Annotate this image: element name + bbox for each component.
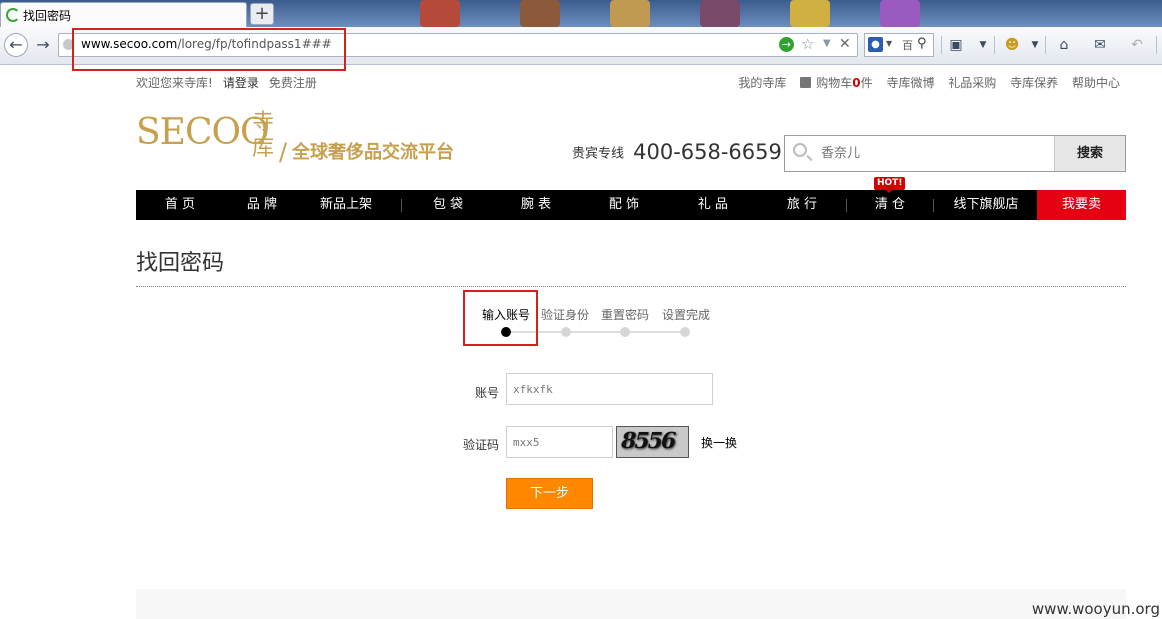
- hotline-label: 贵宾专线: [572, 146, 625, 162]
- nav-separator: [933, 199, 934, 212]
- toolbar-separator: [1156, 36, 1157, 54]
- logo-brand: SECOO: [136, 112, 270, 153]
- nav-gifts[interactable]: 礼 品: [673, 190, 753, 220]
- logo-brand-cn: 寺库: [252, 110, 275, 161]
- home-icon[interactable]: ⌂: [1054, 35, 1074, 55]
- go-icon[interactable]: →: [779, 37, 794, 52]
- back-button[interactable]: ←: [4, 33, 28, 57]
- step-reset-password: 重置密码: [601, 308, 650, 322]
- background-figure: [520, 0, 560, 27]
- background-figure: [420, 0, 460, 27]
- hotline-number: 400-658-6659: [633, 140, 782, 164]
- vip-hotline: 贵宾专线 400-658-6659: [572, 140, 782, 170]
- site-top-bar: 欢迎您来寺库! 请登录 免费注册 我的寺库 购物车0件 寺库微博 礼品采购 寺库保养…: [136, 74, 1126, 92]
- browser-tab[interactable]: 找回密码: [0, 2, 247, 27]
- arrow-left-icon: ←: [9, 35, 23, 54]
- toolbar-separator: [1045, 36, 1046, 54]
- search-icon[interactable]: ⚲: [917, 36, 927, 51]
- mail-icon[interactable]: ✉: [1090, 35, 1110, 55]
- browser-tab-strip: 找回密码 +: [0, 0, 1162, 27]
- annotation-box-url: [72, 28, 346, 71]
- chevron-down-icon[interactable]: ▼: [1025, 35, 1045, 55]
- next-step-button[interactable]: 下一步: [506, 478, 593, 509]
- screenshot-icon[interactable]: ▣: [946, 35, 966, 55]
- maintenance-link[interactable]: 寺库保养: [1010, 76, 1058, 90]
- search-engine-label: 百: [902, 39, 913, 52]
- captcha-label: 验证码: [462, 438, 499, 452]
- nav-watches[interactable]: 腕 表: [496, 190, 576, 220]
- cart-link[interactable]: 购物车0件: [800, 76, 873, 90]
- bookmark-star-icon[interactable]: ☆: [801, 35, 814, 53]
- addon-face-icon[interactable]: ☻: [1002, 35, 1022, 55]
- weibo-link[interactable]: 寺库微博: [886, 76, 934, 90]
- background-figure: [790, 0, 830, 27]
- site-logo[interactable]: SECOO 寺库 / 全球奢侈品交流平台: [136, 108, 466, 174]
- toolbar-separator: [941, 36, 942, 54]
- register-link[interactable]: 免费注册: [269, 76, 317, 90]
- title-divider: [136, 286, 1126, 287]
- arrow-right-icon: →: [36, 35, 50, 54]
- new-tab-button[interactable]: +: [250, 3, 274, 25]
- watermark: www.wooyun.org: [1031, 600, 1160, 618]
- browser-search-bar[interactable]: ● ▼ 百 ⚲: [864, 33, 934, 57]
- help-center-link[interactable]: 帮助中心: [1072, 76, 1120, 90]
- nav-brands[interactable]: 品 牌: [224, 190, 300, 220]
- gift-purchase-link[interactable]: 礼品采购: [948, 76, 996, 90]
- shopping-bag-icon: [800, 77, 812, 88]
- nav-sell[interactable]: 我要卖: [1037, 190, 1126, 220]
- captcha-image[interactable]: 8556: [616, 426, 689, 458]
- captcha-input[interactable]: [506, 426, 613, 458]
- annotation-box-step: [463, 290, 538, 346]
- login-link[interactable]: 请登录: [223, 76, 259, 90]
- captcha-image-text: 8556: [618, 428, 677, 454]
- nav-accessories[interactable]: 配 饰: [584, 190, 664, 220]
- chevron-down-icon[interactable]: ▼: [973, 35, 993, 55]
- hot-badge: HOT!: [874, 177, 906, 193]
- step-complete: 设置完成: [662, 308, 711, 322]
- step-dot: [561, 327, 571, 337]
- utility-links: 我的寺库 购物车0件 寺库微博 礼品采购 寺库保养 帮助中心: [728, 74, 1120, 91]
- chevron-down-icon[interactable]: ▼: [886, 39, 892, 48]
- refresh-captcha-link[interactable]: 换一换: [701, 434, 737, 451]
- loading-icon: [6, 8, 20, 22]
- page-title: 找回密码: [136, 251, 225, 276]
- logo-slash: /: [279, 138, 288, 166]
- site-search-button[interactable]: 搜索: [1054, 136, 1125, 171]
- account-links: 欢迎您来寺库! 请登录 免费注册: [136, 74, 327, 91]
- step-dot: [680, 327, 690, 337]
- nav-travel[interactable]: 旅 行: [762, 190, 842, 220]
- stop-icon[interactable]: ✕: [839, 36, 851, 52]
- cart-unit: 件: [860, 76, 873, 90]
- background-figure: [880, 0, 920, 27]
- cart-count: 0: [852, 76, 861, 90]
- toolbar-separator: [994, 36, 995, 54]
- account-label: 账号: [474, 386, 499, 400]
- background-figure: [700, 0, 740, 27]
- nav-new-arrivals[interactable]: 新品上架: [308, 190, 384, 220]
- logo-slogan: 全球奢侈品交流平台: [292, 142, 454, 163]
- nav-bags[interactable]: 包 袋: [408, 190, 488, 220]
- my-secoo-link[interactable]: 我的寺库: [738, 76, 786, 90]
- account-input[interactable]: [506, 373, 713, 405]
- search-icon: [793, 143, 807, 157]
- undo-icon[interactable]: ↶: [1127, 35, 1147, 55]
- site-search-input[interactable]: [821, 146, 1041, 161]
- footer-strip: [136, 589, 1126, 619]
- tab-title: 找回密码: [23, 9, 72, 23]
- main-nav: 首 页 品 牌 新品上架 包 袋 腕 表 配 饰 礼 品 旅 行 清 仓 线下旗…: [136, 190, 1126, 220]
- history-dropdown-icon[interactable]: ▼: [823, 38, 831, 49]
- baidu-paw-icon[interactable]: ●: [868, 37, 883, 52]
- step-dot: [620, 327, 630, 337]
- step-verify-identity: 验证身份: [541, 308, 590, 322]
- background-figure: [610, 0, 650, 27]
- nav-separator: [846, 199, 847, 212]
- cart-label: 购物车: [816, 76, 853, 90]
- welcome-text: 欢迎您来寺库!: [136, 76, 213, 90]
- forward-button[interactable]: →: [34, 36, 52, 54]
- nav-home[interactable]: 首 页: [136, 190, 224, 220]
- nav-flagship-stores[interactable]: 线下旗舰店: [936, 190, 1036, 220]
- site-search: 搜索: [784, 135, 1126, 172]
- desktop-background: [280, 0, 1162, 27]
- nav-separator: [401, 199, 402, 212]
